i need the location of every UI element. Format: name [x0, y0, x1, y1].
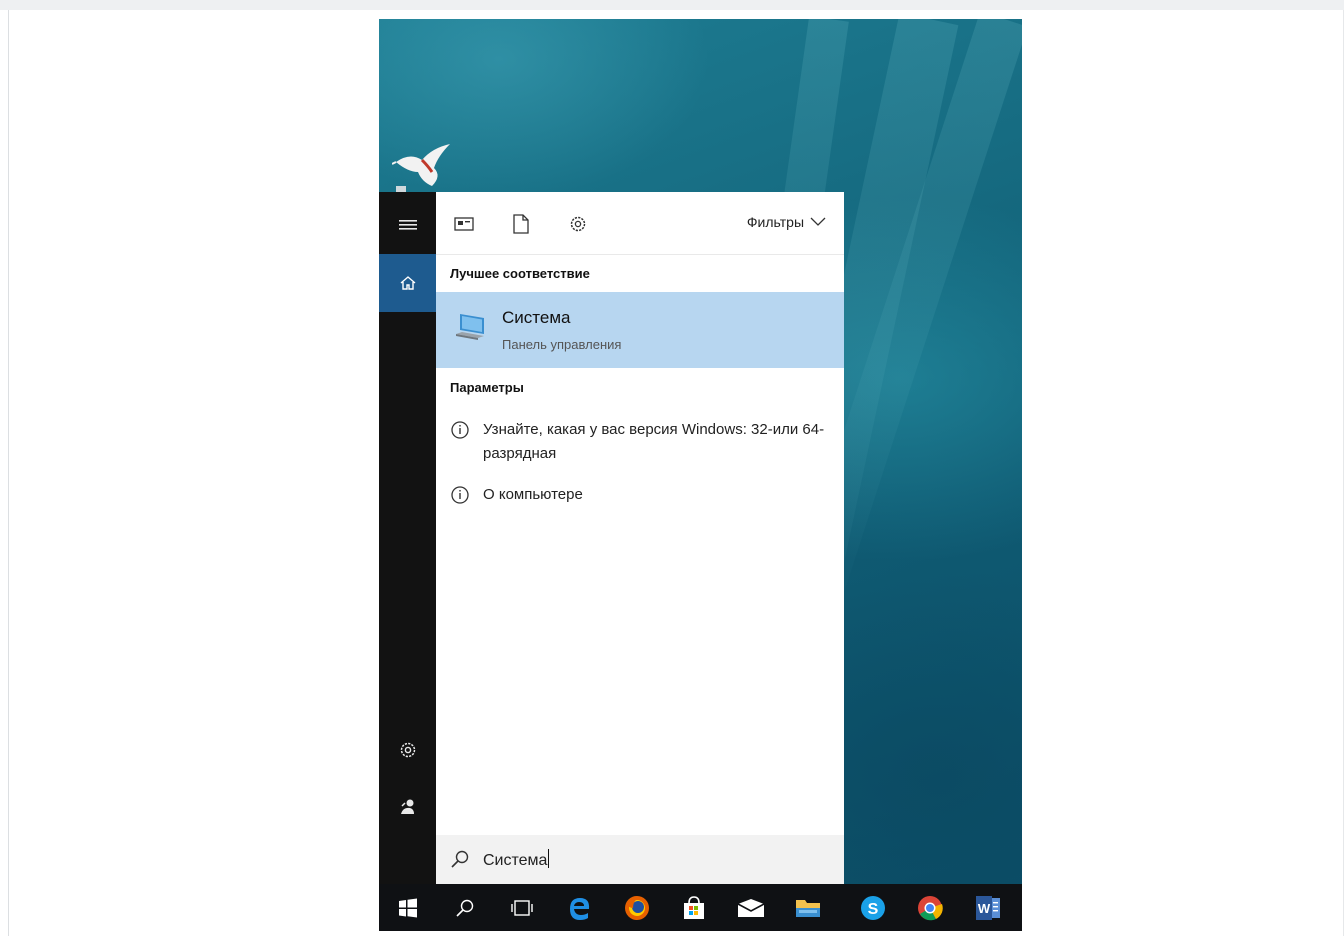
skype-taskbar-button[interactable]: S [844, 884, 901, 931]
window-left-border [8, 10, 9, 936]
search-icon [455, 899, 473, 917]
system-computer-icon [456, 314, 484, 340]
search-input-value: Система [483, 852, 548, 869]
settings-section-heading: Параметры [450, 380, 524, 395]
store-taskbar-button[interactable] [665, 884, 722, 931]
file-explorer-icon [795, 899, 820, 917]
svg-text:S: S [867, 901, 878, 918]
mail-taskbar-button[interactable] [722, 884, 779, 931]
settings-result-windows-version[interactable]: Узнайте, какая у вас версия Windows: 32-… [436, 418, 844, 468]
task-view-icon [510, 899, 533, 916]
svg-text:W: W [977, 901, 990, 916]
word-taskbar-button[interactable]: W [959, 884, 1016, 931]
hamburger-icon [398, 220, 417, 230]
hummingbird-desktop-icon[interactable] [392, 142, 454, 192]
best-match-result[interactable]: Система Панель управления [436, 292, 844, 368]
info-icon [451, 486, 469, 504]
settings-result-label: Узнайте, какая у вас версия Windows: 32-… [483, 421, 825, 462]
search-filter-toolbar: Фильтры [436, 192, 844, 255]
best-match-title: Система [502, 308, 571, 327]
apps-icon [454, 217, 474, 231]
text-caret [548, 849, 550, 868]
word-icon: W [975, 895, 1000, 920]
best-match-subtitle: Панель управления [502, 337, 622, 352]
filters-dropdown[interactable]: Фильтры [747, 214, 826, 230]
firefox-taskbar-button[interactable] [608, 884, 665, 931]
settings-result-about-pc[interactable]: О компьютере [436, 483, 844, 511]
hamburger-menu-button[interactable] [379, 196, 436, 254]
chrome-icon [917, 895, 943, 920]
settings-icon [570, 216, 586, 232]
firefox-icon [624, 895, 649, 920]
filters-label: Фильтры [746, 214, 804, 230]
edge-taskbar-button[interactable] [551, 884, 608, 931]
file-explorer-taskbar-button[interactable] [779, 884, 836, 931]
info-icon [451, 421, 469, 439]
search-results-panel: Фильтры Лучшее соответствие Система Пане… [436, 192, 844, 884]
apps-filter-button[interactable] [452, 212, 476, 236]
settings-rail-button[interactable] [379, 721, 436, 779]
taskbar: S W [379, 884, 1022, 931]
search-icon [451, 850, 469, 868]
documents-filter-button[interactable] [509, 212, 533, 236]
mail-icon [737, 898, 764, 917]
search-box[interactable]: Система [436, 835, 844, 884]
search-input[interactable]: Система [483, 849, 550, 870]
settings-gear-icon [400, 742, 415, 758]
windows-start-icon [398, 898, 417, 917]
settings-filter-button[interactable] [566, 212, 590, 236]
user-icon [400, 799, 414, 814]
user-rail-button[interactable] [379, 778, 436, 836]
start-button[interactable] [379, 884, 436, 931]
home-button[interactable] [379, 254, 436, 312]
home-icon [400, 276, 415, 290]
best-match-heading: Лучшее соответствие [450, 266, 590, 281]
document-icon [513, 214, 529, 234]
chrome-taskbar-button[interactable] [901, 884, 958, 931]
start-left-rail [379, 192, 436, 884]
taskbar-search-button[interactable] [436, 884, 493, 931]
chevron-down-icon [810, 217, 826, 226]
start-search-menu: Фильтры Лучшее соответствие Система Пане… [379, 192, 844, 884]
store-icon [683, 895, 704, 919]
window-top-band [0, 0, 1344, 10]
settings-result-label: О компьютере [483, 486, 583, 503]
task-view-button[interactable] [493, 884, 550, 931]
skype-icon: S [860, 895, 885, 920]
edge-icon [569, 897, 589, 920]
